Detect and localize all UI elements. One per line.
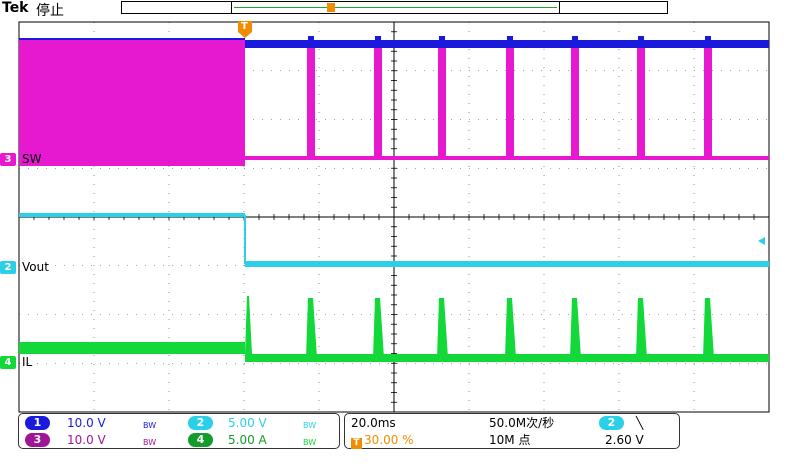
ch3-scale: 10.0 V bbox=[67, 433, 106, 447]
sample-rate: 50.0M次/秒 bbox=[489, 416, 555, 430]
trigger-position: 30.00 % bbox=[364, 433, 414, 447]
trigger-marker-label: T bbox=[241, 21, 248, 32]
ch2-badge[interactable]: 2 bbox=[188, 416, 213, 430]
horizontal-row-2: T 30.00 % 10M 点 2.60 V bbox=[351, 432, 675, 449]
top-status-bar: Tek 停止 bbox=[0, 0, 797, 19]
ch4-label: IL bbox=[22, 355, 33, 369]
readout-row-1: 1 10.0 V BW 2 5.00 V BW bbox=[25, 415, 335, 432]
readout-row-2: 3 10.0 V BW 4 5.00 A BW bbox=[25, 432, 335, 449]
horizontal-row-1: 20.0ms 50.0M次/秒 2 ╲ bbox=[351, 415, 675, 432]
ch3-badge[interactable]: 3 bbox=[25, 433, 50, 447]
record-view-line bbox=[234, 7, 557, 8]
ch1-scale: 10.0 V bbox=[67, 416, 106, 430]
trigger-position-readout: T 30.00 % bbox=[351, 432, 414, 449]
channel-readout-panel[interactable]: 1 10.0 V BW 2 5.00 V BW 3 10.0 V BW 4 5.… bbox=[18, 413, 340, 449]
ch2-label: Vout bbox=[22, 260, 49, 274]
ch4-bw-limit: BW bbox=[303, 438, 317, 447]
ch2-scale: 5.00 V bbox=[228, 416, 267, 430]
ch4-ground-marker[interactable]: 4 bbox=[0, 356, 16, 369]
brand-logo: Tek bbox=[2, 0, 29, 16]
trigger-level: 2.60 V bbox=[605, 433, 644, 447]
ch2-ground-marker[interactable]: 2 bbox=[0, 261, 16, 274]
ch3-ground-marker[interactable]: 3 bbox=[0, 153, 16, 166]
waveform-display[interactable] bbox=[0, 18, 797, 413]
footer-readouts: 1 10.0 V BW 2 5.00 V BW 3 10.0 V BW 4 5.… bbox=[18, 413, 776, 451]
record-length: 10M 点 bbox=[489, 433, 531, 447]
acquisition-status: 停止 bbox=[36, 3, 64, 19]
ch3-bw-limit: BW bbox=[143, 438, 157, 447]
record-view-window[interactable] bbox=[231, 1, 560, 14]
ch4-scale: 5.00 A bbox=[228, 433, 267, 447]
trigger-slope-icon: ╲ bbox=[636, 416, 644, 430]
record-trigger-icon bbox=[327, 3, 335, 12]
ch4-badge[interactable]: 4 bbox=[188, 433, 213, 447]
timebase: 20.0ms bbox=[351, 416, 396, 430]
trigger-level-arrow-icon[interactable] bbox=[758, 237, 765, 245]
horizontal-trigger-panel[interactable]: 20.0ms 50.0M次/秒 2 ╲ T 30.00 % 10M 点 2.60 … bbox=[344, 413, 680, 449]
ch1-badge[interactable]: 1 bbox=[25, 416, 50, 430]
trigger-source-badge[interactable]: 2 bbox=[599, 416, 624, 430]
trigger-icon: T bbox=[351, 438, 362, 449]
ch3-label: SW bbox=[22, 152, 42, 166]
